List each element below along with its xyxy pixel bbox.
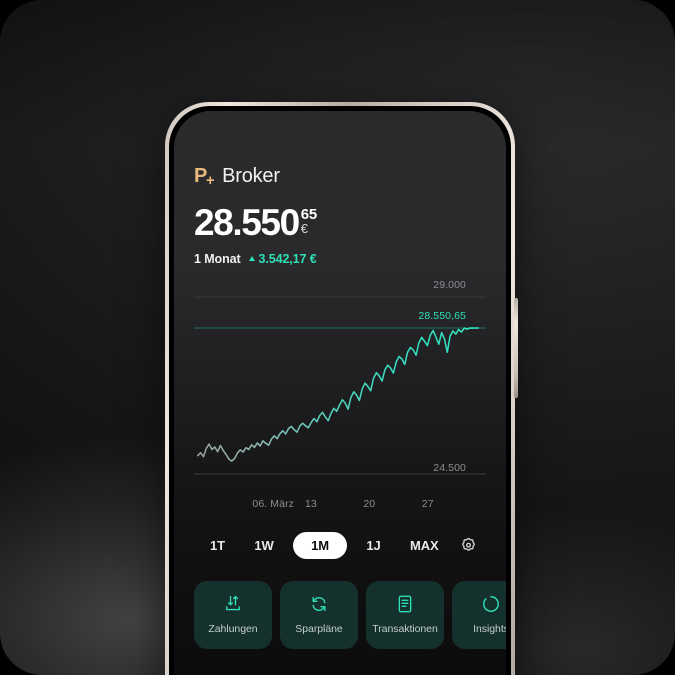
chart-x-tick: 27 xyxy=(421,497,434,510)
chart-x-axis: 06. März 13 20 27 xyxy=(194,494,486,518)
range-button-1t[interactable]: 1T xyxy=(200,532,235,559)
refresh-cycle-icon xyxy=(309,594,329,614)
change-period-label: 1 Monat xyxy=(194,251,241,266)
time-range-selector: 1T 1W 1M 1J MAX xyxy=(194,531,486,559)
balance-fraction: 65 € xyxy=(301,207,317,237)
quick-action-card[interactable]: Insights xyxy=(452,580,506,649)
app-header: P+ Broker xyxy=(194,111,486,189)
chart-axis-label-bottom: 24.500 xyxy=(433,462,466,475)
chart-axis-label-current: 28.550,65 xyxy=(418,309,466,322)
balance-change: 1 Monat 3.542,17 € xyxy=(194,252,486,266)
change-value-label: 3.542,17 € xyxy=(258,251,317,266)
transfer-arrows-icon xyxy=(223,594,243,614)
triangle-up-icon xyxy=(248,256,255,262)
phone-device: P+ Broker 28.550 65 € 1 Monat 3.542,17 €… xyxy=(165,102,518,675)
change-value-group: 3.542,17 € xyxy=(248,251,317,266)
range-button-max[interactable]: MAX xyxy=(400,532,449,559)
circle-arc-icon xyxy=(481,594,501,614)
quick-action-label: Transaktionen xyxy=(372,623,438,636)
phone-side-button[interactable] xyxy=(514,298,518,398)
brand-logo-icon: P+ xyxy=(194,165,215,189)
quick-action-label: Zahlungen xyxy=(208,623,258,636)
brand-logo-letter: P xyxy=(194,165,207,187)
quick-actions-row: Zahlungen Sparpläne Transaktionen Insights xyxy=(194,580,506,649)
app-title: Broker xyxy=(222,165,280,187)
balance-currency: € xyxy=(300,221,309,236)
backdrop: P+ Broker 28.550 65 € 1 Monat 3.542,17 €… xyxy=(0,0,675,675)
phone-bezel: P+ Broker 28.550 65 € 1 Monat 3.542,17 €… xyxy=(169,106,511,675)
quick-action-label: Insights xyxy=(473,623,506,636)
portfolio-chart[interactable]: 29.000 28.550,65 24.500 xyxy=(194,280,486,492)
phone-screen: P+ Broker 28.550 65 € 1 Monat 3.542,17 €… xyxy=(174,111,506,675)
chart-x-tick: 20 xyxy=(363,497,376,510)
gear-icon[interactable] xyxy=(458,534,480,556)
range-button-1j[interactable]: 1J xyxy=(356,532,390,559)
brand-logo-plus: + xyxy=(205,172,215,189)
chart-line-series xyxy=(197,326,480,462)
quick-action-card[interactable]: Sparpläne xyxy=(280,580,358,649)
chart-x-tick: 06. März xyxy=(252,497,295,510)
chart-x-tick: 13 xyxy=(304,497,317,510)
quick-action-label: Sparpläne xyxy=(295,623,343,636)
balance-cents: 65 xyxy=(300,206,317,223)
quick-action-card[interactable]: Transaktionen xyxy=(366,580,444,649)
quick-action-card[interactable]: Zahlungen xyxy=(194,580,272,649)
balance-integer: 28.550 xyxy=(194,202,300,243)
chart-axis-label-top: 29.000 xyxy=(433,278,466,291)
portfolio-balance: 28.550 65 € xyxy=(194,202,486,243)
range-button-1m[interactable]: 1M xyxy=(293,531,347,559)
range-button-1w[interactable]: 1W xyxy=(244,532,283,559)
document-lines-icon xyxy=(395,594,415,614)
